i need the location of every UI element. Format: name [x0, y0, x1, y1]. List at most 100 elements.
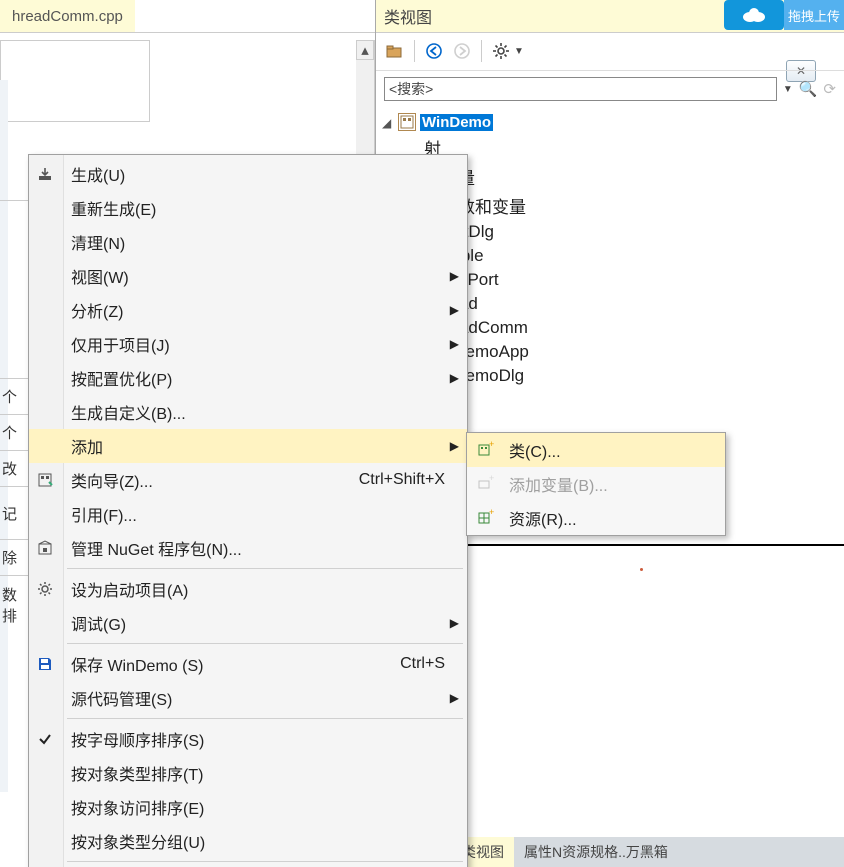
menu-item-label: 按对象访问排序(E) — [71, 795, 457, 819]
fragment: 个 — [0, 378, 28, 414]
fragment — [0, 200, 28, 378]
submenu-item[interactable]: + 资源(R)... — [467, 501, 725, 535]
menu-item-label: 添加 — [71, 434, 457, 458]
new-folder-icon[interactable] — [384, 40, 406, 62]
menu-item-label: 分析(Z) — [71, 298, 457, 322]
fragment: 数排 — [0, 575, 28, 634]
build-icon — [35, 164, 55, 184]
file-tab-label: hreadComm.cpp — [12, 8, 123, 25]
search-input[interactable] — [384, 77, 777, 101]
project-icon — [398, 113, 416, 131]
submenu-arrow-icon: ▶ — [450, 337, 459, 351]
menu-item-label: 按对象类型分组(U) — [71, 829, 457, 853]
drag-upload-badge[interactable]: 拖拽上传 — [784, 0, 844, 30]
add-submenu: + 类(C)... + 添加变量(B)... + 资源(R)... — [466, 432, 726, 536]
menu-separator — [67, 568, 463, 569]
svg-text:+: + — [489, 475, 494, 483]
fragment: 除 — [0, 539, 28, 575]
var-add-icon: + — [475, 474, 495, 494]
nuget-icon — [35, 538, 55, 558]
menu-shortcut: Ctrl+Shift+X — [359, 471, 445, 489]
search-dropdown[interactable]: ▼ — [783, 84, 793, 95]
menu-shortcut: Ctrl+S — [400, 655, 445, 673]
submenu-item-label: 类(C)... — [509, 438, 715, 462]
menu-item-label: 按配置优化(P) — [71, 366, 457, 390]
fragment: 记 — [0, 486, 28, 539]
check-icon — [35, 729, 55, 749]
forward-icon — [451, 40, 473, 62]
class-view-toolbar: ▼ — [376, 32, 844, 71]
menu-item[interactable]: 管理 NuGet 程序包(N)... — [29, 531, 467, 565]
context-menu: 生成(U)重新生成(E)清理(N)视图(W)▶分析(Z)▶仅用于项目(J)▶按配… — [28, 154, 468, 867]
menu-item[interactable]: 生成(U) — [29, 157, 467, 191]
menu-item[interactable]: 按配置优化(P)▶ — [29, 361, 467, 395]
submenu-item-label: 资源(R)... — [509, 506, 715, 530]
marker-dot — [640, 568, 643, 571]
submenu-item: + 添加变量(B)... — [467, 467, 725, 501]
menu-item[interactable]: 视图(W)▶ — [29, 259, 467, 293]
submenu-arrow-icon: ▶ — [450, 371, 459, 385]
menu-item[interactable]: 重新生成(E) — [29, 191, 467, 225]
menu-item-label: 仅用于项目(J) — [71, 332, 457, 356]
menu-item[interactable]: 引用(F)... — [29, 497, 467, 531]
menu-item[interactable]: 保存 WinDemo (S)Ctrl+S — [29, 647, 467, 681]
menu-item[interactable]: 按字母顺序排序(S) — [29, 722, 467, 756]
submenu-item-label: 添加变量(B)... — [509, 472, 715, 496]
menu-item[interactable]: 生成自定义(B)... — [29, 395, 467, 429]
menu-item-label: 视图(W) — [71, 264, 457, 288]
menu-item[interactable]: 设为启动项目(A) — [29, 572, 467, 606]
back-icon[interactable] — [423, 40, 445, 62]
submenu-item[interactable]: + 类(C)... — [467, 433, 725, 467]
settings-gear-icon[interactable] — [490, 40, 512, 62]
file-tab[interactable]: hreadComm.cpp — [0, 0, 135, 32]
scroll-up-button[interactable]: ▴ — [356, 40, 374, 60]
menu-item[interactable]: 仅用于项目(J)▶ — [29, 327, 467, 361]
collapse-arrow-icon[interactable]: ◢ — [382, 116, 394, 128]
left-fragments: 个 个 改 记 除 数排 — [0, 200, 28, 634]
menu-separator — [67, 861, 463, 862]
menu-item-label: 调试(G) — [71, 611, 457, 635]
submenu-arrow-icon: ▶ — [450, 691, 459, 705]
wizard-icon — [35, 470, 55, 490]
svg-text:+: + — [489, 441, 494, 449]
menu-item-label: 源代码管理(S) — [71, 686, 457, 710]
menu-item-label: 保存 WinDemo (S) — [71, 652, 400, 676]
tree-root[interactable]: ◢ WinDemo — [376, 111, 844, 133]
tree-root-label: WinDemo — [420, 114, 493, 131]
fragment: 改 — [0, 450, 28, 486]
menu-item-label: 管理 NuGet 程序包(N)... — [71, 536, 457, 560]
tab-properties[interactable]: 属性N资源规格..万黑箱 — [514, 837, 678, 867]
menu-item[interactable]: 按对象类型排序(T) — [29, 756, 467, 790]
search-icon[interactable]: 🔍 — [799, 80, 818, 98]
cloud-badge[interactable] — [724, 0, 784, 30]
menu-item[interactable]: 源代码管理(S)▶ — [29, 681, 467, 715]
menu-item[interactable]: 按对象访问排序(E) — [29, 790, 467, 824]
menu-item-label: 按对象类型排序(T) — [71, 761, 457, 785]
class-add-icon: + — [475, 440, 495, 460]
menu-item-label: 按字母顺序排序(S) — [71, 727, 457, 751]
fragment: 个 — [0, 414, 28, 450]
resource-add-icon: + — [475, 508, 495, 528]
gear-icon — [35, 579, 55, 599]
menu-item-label: 引用(F)... — [71, 502, 457, 526]
menu-item[interactable]: 调试(G)▶ — [29, 606, 467, 640]
menu-item[interactable]: 按对象类型分组(U) — [29, 824, 467, 858]
submenu-arrow-icon: ▶ — [450, 616, 459, 630]
menu-item-label: 生成自定义(B)... — [71, 400, 457, 424]
settings-dropdown-chevron[interactable]: ▼ — [514, 46, 524, 57]
menu-item[interactable]: 类向导(Z)...Ctrl+Shift+X — [29, 463, 467, 497]
class-view-search-row: ▼ 🔍 ⟳ — [376, 71, 844, 107]
menu-item-label: 重新生成(E) — [71, 196, 457, 220]
menu-item[interactable]: 分析(Z)▶ — [29, 293, 467, 327]
menu-separator — [67, 643, 463, 644]
save-icon — [35, 654, 55, 674]
submenu-arrow-icon: ▶ — [450, 303, 459, 317]
document-panel-stub — [0, 40, 150, 122]
menu-item-label: 生成(U) — [71, 162, 457, 186]
menu-separator — [67, 718, 463, 719]
submenu-arrow-icon: ▶ — [450, 269, 459, 283]
menu-item-label: 类向导(Z)... — [71, 468, 359, 492]
class-view-title: 类视图 — [384, 4, 432, 28]
menu-item[interactable]: 清理(N) — [29, 225, 467, 259]
menu-item[interactable]: 添加▶ — [29, 429, 467, 463]
